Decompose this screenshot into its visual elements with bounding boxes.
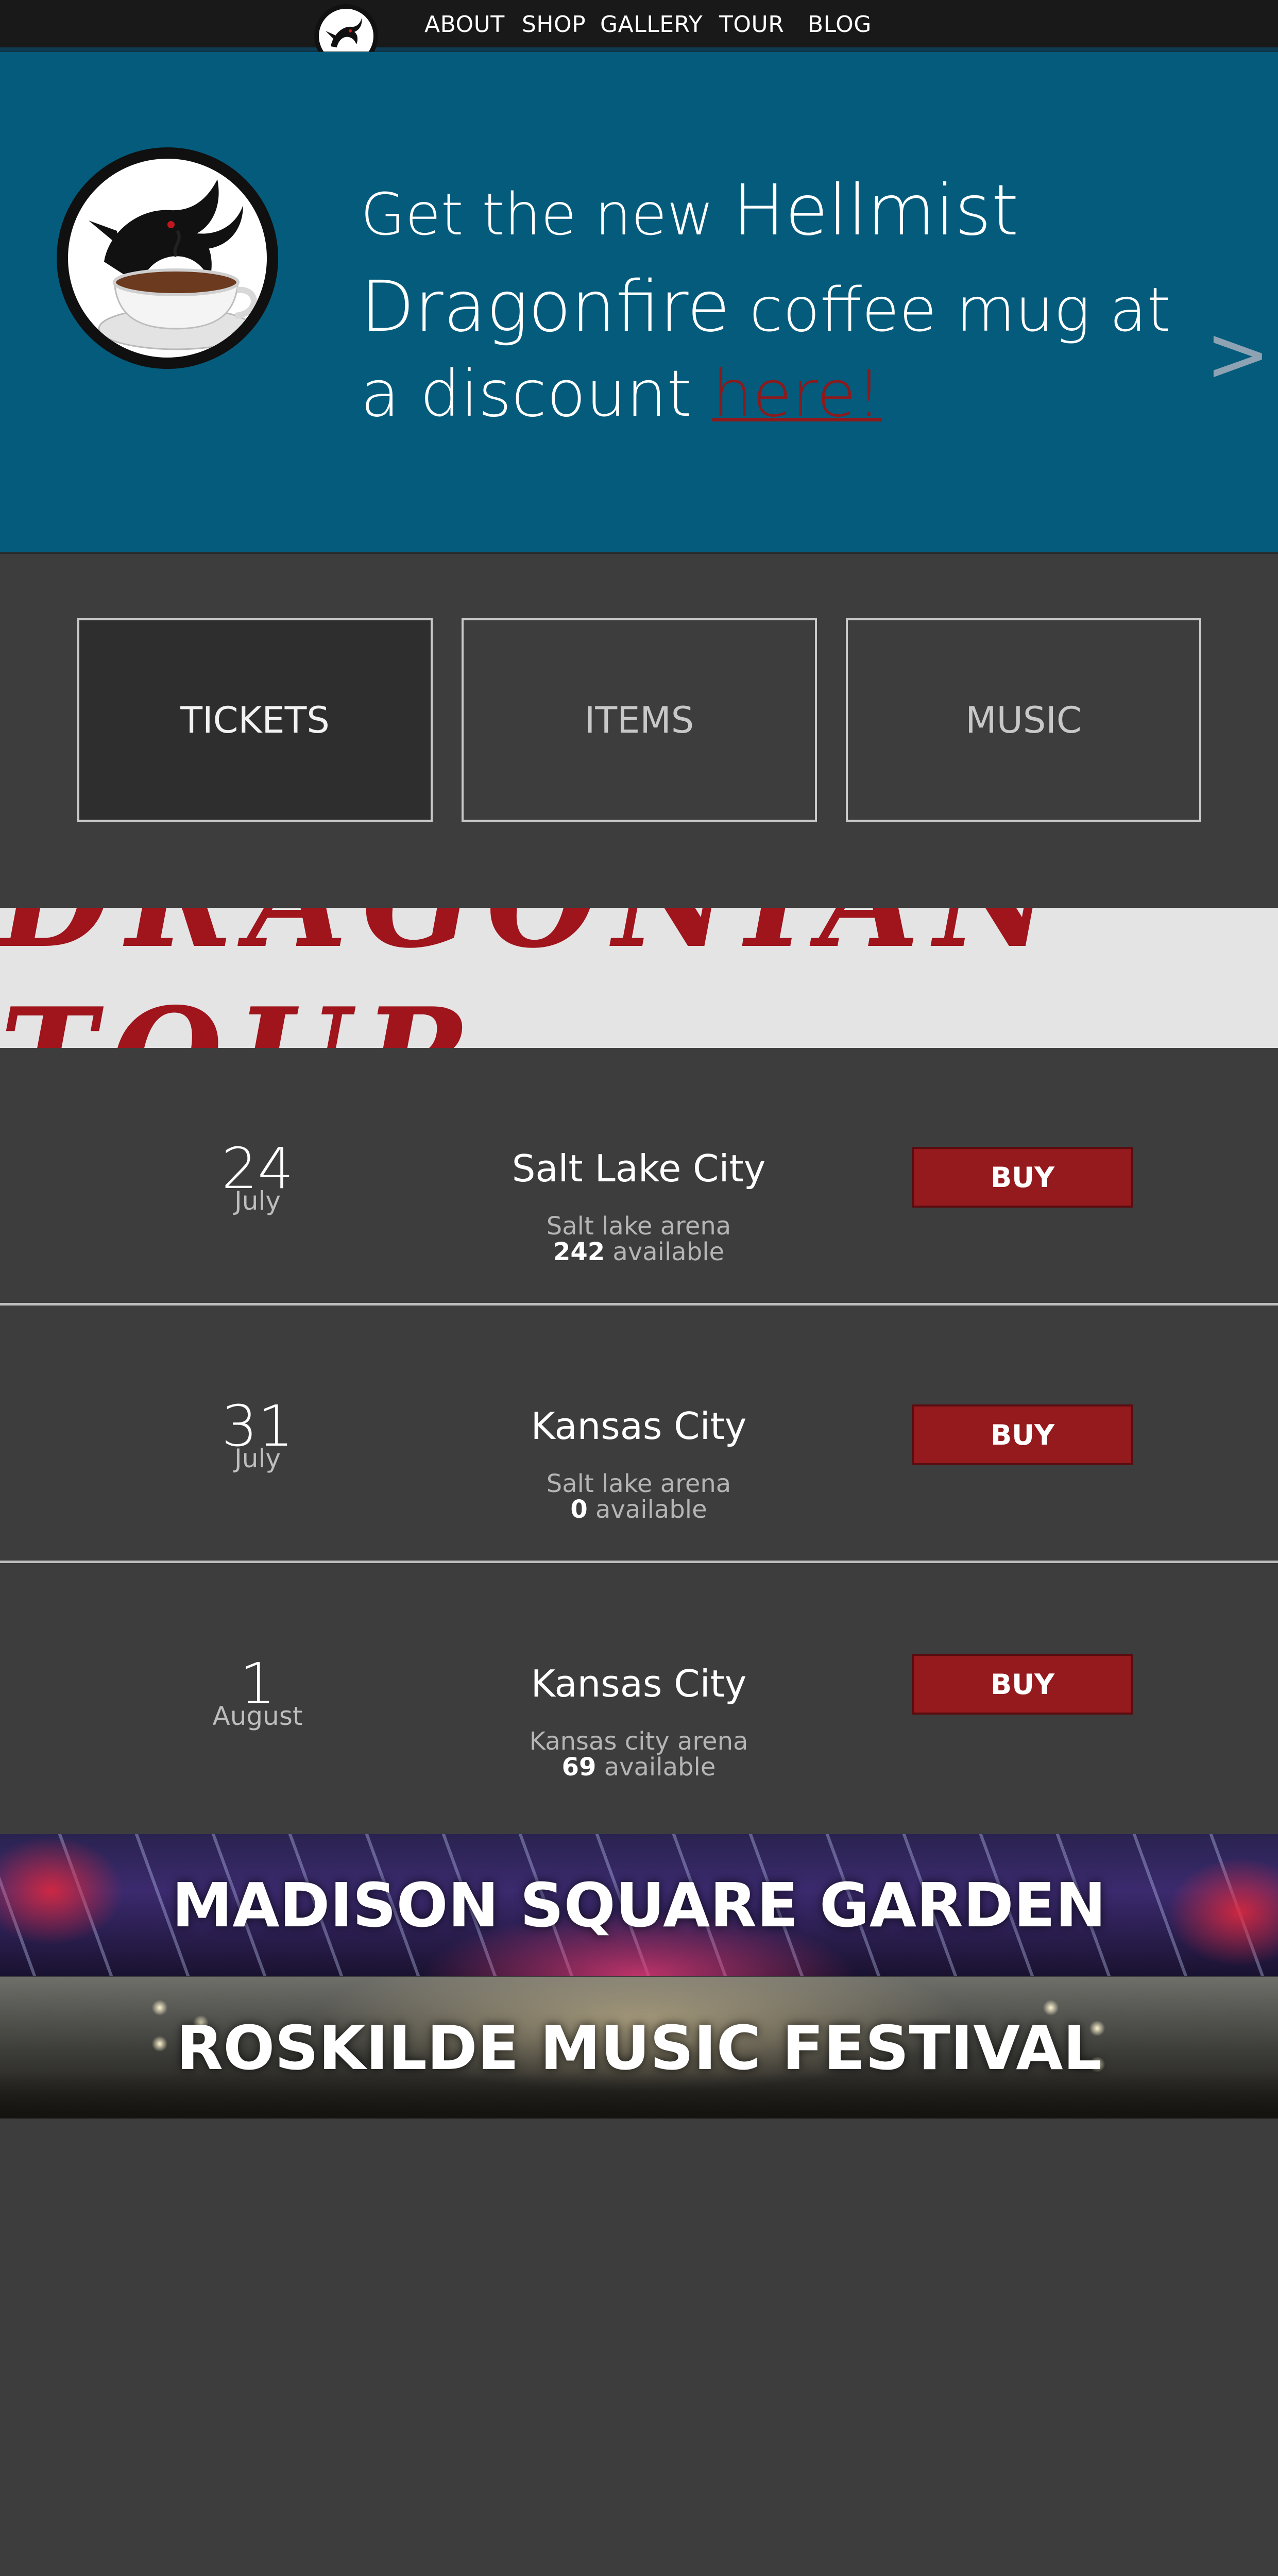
event-ticket-count: 69 bbox=[561, 1753, 597, 1782]
buy-button[interactable]: BUY bbox=[912, 1654, 1133, 1715]
buy-button[interactable]: BUY bbox=[912, 1404, 1133, 1465]
event-row: 31 July Kansas City Salt lake arena 0 av… bbox=[0, 1306, 1278, 1563]
hero-line3-start: a discount bbox=[361, 357, 712, 431]
tour-banner: DRAGONIAN TOUR bbox=[0, 908, 1278, 1048]
event-month: July bbox=[234, 1186, 281, 1216]
event-city: Salt Lake City bbox=[512, 1147, 766, 1190]
event-row: 24 July Salt Lake City Salt lake arena 2… bbox=[0, 1048, 1278, 1306]
hero-discount-link[interactable]: here! bbox=[712, 357, 881, 431]
hero-line1-start: Get the new bbox=[361, 181, 732, 248]
event-city: Kansas City bbox=[531, 1662, 747, 1705]
hero-line2-end: coffee mug at bbox=[730, 274, 1171, 345]
top-navbar: ABOUT SHOP GALLERY TOUR BLOG bbox=[0, 0, 1278, 68]
buy-button[interactable]: BUY bbox=[912, 1147, 1133, 1208]
venue-label: MADISON SQUARE GARDEN bbox=[172, 1869, 1106, 1941]
nav-about-link[interactable]: ABOUT bbox=[424, 11, 505, 38]
nav-gallery-link[interactable]: GALLERY bbox=[600, 11, 703, 38]
hero-banner: Get the new Hellmist Dragonfire coffee m… bbox=[0, 52, 1278, 554]
tab-items[interactable]: ITEMS bbox=[462, 618, 817, 822]
venue-banner-roskilde[interactable]: ROSKILDE MUSIC FESTIVAL bbox=[0, 1977, 1278, 2119]
venue-banner-madison[interactable]: MADISON SQUARE GARDEN bbox=[0, 1834, 1278, 1976]
event-month: August bbox=[212, 1701, 303, 1731]
nav-tour-link[interactable]: TOUR bbox=[719, 11, 784, 38]
event-venue: Salt lake arena bbox=[546, 1469, 731, 1498]
event-availability-label: available bbox=[605, 1238, 725, 1266]
event-row: 1 August Kansas City Kansas city arena 6… bbox=[0, 1563, 1278, 1834]
hero-product-name: Hellmist bbox=[732, 170, 1019, 251]
nav-shop-link[interactable]: SHOP bbox=[522, 11, 586, 38]
event-availability: 69 available bbox=[433, 1753, 845, 1782]
hero-promo-text: Get the new Hellmist Dragonfire coffee m… bbox=[361, 165, 1205, 436]
event-availability: 242 available bbox=[433, 1238, 845, 1266]
dragon-mug-logo bbox=[57, 147, 278, 369]
event-city: Kansas City bbox=[531, 1404, 747, 1448]
tab-music[interactable]: MUSIC bbox=[846, 618, 1201, 822]
nav-blog-link[interactable]: BLOG bbox=[808, 11, 872, 38]
event-month: July bbox=[234, 1444, 281, 1473]
carousel-next-arrow-icon[interactable]: > bbox=[1205, 310, 1270, 399]
event-venue: Salt lake arena bbox=[546, 1212, 731, 1241]
event-ticket-count: 0 bbox=[570, 1495, 588, 1524]
hero-product-name-2: Dragonfire bbox=[361, 266, 730, 348]
event-venue: Kansas city arena bbox=[529, 1727, 748, 1756]
event-availability: 0 available bbox=[433, 1495, 845, 1524]
tour-title: DRAGONIAN TOUR bbox=[0, 908, 1278, 1048]
venue-label: ROSKILDE MUSIC FESTIVAL bbox=[176, 2012, 1102, 2083]
event-ticket-count: 242 bbox=[553, 1238, 605, 1266]
event-availability-label: available bbox=[587, 1495, 707, 1524]
event-availability-label: available bbox=[596, 1753, 716, 1782]
tab-tickets[interactable]: TICKETS bbox=[77, 618, 433, 822]
